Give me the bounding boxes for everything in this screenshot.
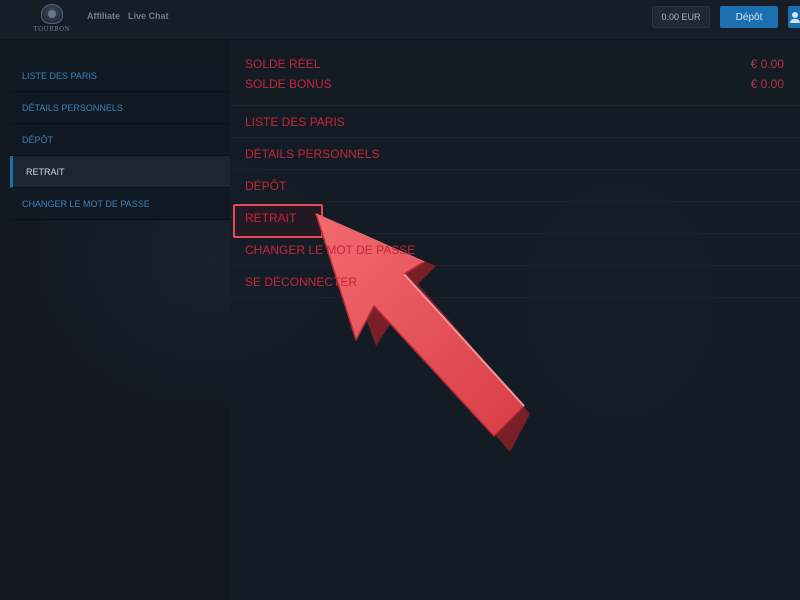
logo-text: TOURBON (33, 26, 71, 33)
menu-item-label: DÉPÔT (245, 178, 287, 193)
balance-display: 0.00 EUR (652, 6, 710, 28)
menu-item-withdraw[interactable]: RETRAIT (231, 202, 800, 238)
sidebar-item-withdraw[interactable]: RETRAIT (10, 156, 230, 188)
menu-item-label: DÉTAILS PERSONNELS (245, 146, 380, 161)
sidebar-item-deposit[interactable]: DÉPÔT (10, 124, 230, 156)
menu-item-label: CHANGER LE MOT DE PASSE (245, 242, 416, 257)
menu-item-change-password[interactable]: CHANGER LE MOT DE PASSE (231, 234, 800, 266)
menu-item-label: RETRAIT (245, 210, 297, 225)
nav-link-affiliate[interactable]: Affiliate (87, 11, 120, 21)
real-balance-value: € 0.00 (750, 57, 784, 71)
menu-item-personal-details[interactable]: DÉTAILS PERSONNELS (231, 138, 800, 170)
sidebar-item-personal-details[interactable]: DÉTAILS PERSONNELS (10, 92, 230, 124)
menu-item-deposit[interactable]: DÉPÔT (231, 170, 800, 202)
real-balance-label: SOLDE RÉEL (245, 57, 321, 71)
sidebar-item-change-password[interactable]: CHANGER LE MOT DE PASSE (10, 188, 230, 220)
menu-item-logout[interactable]: SE DÉCONNECTER (231, 266, 800, 298)
nav-link-live-chat[interactable]: Live Chat (128, 11, 169, 21)
menu-item-label: SE DÉCONNECTER (245, 274, 358, 289)
deposit-button[interactable]: Dépôt (720, 6, 778, 28)
sidebar-item-bets-list[interactable]: LISTE DES PARIS (10, 60, 230, 92)
bonus-balance-value: € 0.00 (750, 77, 784, 91)
logo-emblem-icon (41, 4, 63, 24)
account-sidebar: LISTE DES PARIS DÉTAILS PERSONNELS DÉPÔT… (10, 60, 230, 220)
top-bar: TOURBON Affiliate Live Chat 0.00 EUR Dép… (0, 0, 800, 40)
real-balance-row: SOLDE RÉEL € 0.00 (245, 57, 784, 73)
account-menu: LISTE DES PARIS DÉTAILS PERSONNELS DÉPÔT… (231, 106, 800, 298)
menu-item-label: LISTE DES PARIS (245, 114, 345, 129)
menu-item-bets-list[interactable]: LISTE DES PARIS (231, 106, 800, 138)
site-logo[interactable]: TOURBON (30, 4, 74, 38)
bonus-balance-row: SOLDE BONUS € 0.00 (245, 77, 784, 93)
bonus-balance-label: SOLDE BONUS (245, 77, 332, 91)
balances-section: SOLDE RÉEL € 0.00 SOLDE BONUS € 0.00 (231, 52, 800, 106)
user-icon[interactable] (788, 6, 800, 28)
